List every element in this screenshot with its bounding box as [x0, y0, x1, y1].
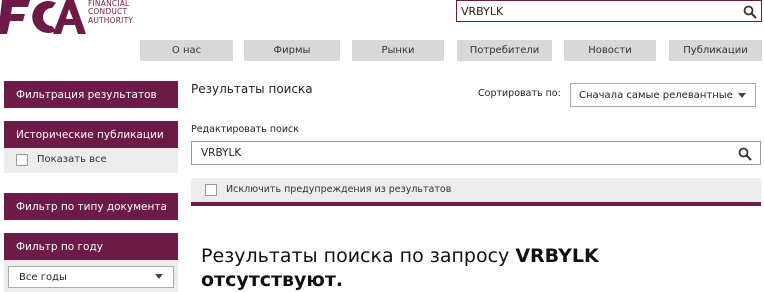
show-all-checkbox[interactable]	[16, 154, 28, 166]
page-title: Результаты поиска	[191, 82, 313, 96]
nav-news[interactable]: Новости	[564, 40, 656, 61]
year-select[interactable]: Все годы	[8, 266, 174, 288]
search-icon[interactable]	[743, 4, 757, 23]
no-results-suffix: отсутствуют.	[201, 269, 344, 291]
chevron-down-icon	[738, 93, 746, 98]
show-all-label: Показать все	[37, 154, 107, 165]
doc-type-filter-heading[interactable]: Фильтр по типу документа	[4, 193, 178, 220]
search-icon[interactable]	[738, 146, 752, 165]
chevron-down-icon	[155, 274, 163, 279]
fca-name-line-3: AUTHORITY	[88, 15, 134, 25]
edit-search-label: Редактировать поиск	[191, 124, 299, 135]
no-results-query: VRBYLK	[515, 245, 599, 267]
no-results-message: Результаты поиска по запросу VRBYLK отсу…	[201, 244, 721, 292]
sort-select-value: Сначала самые релевантные	[579, 89, 733, 101]
nav-about[interactable]: О нас	[140, 40, 233, 61]
year-select-value: Все годы	[19, 272, 67, 283]
nav-markets[interactable]: Рынки	[352, 40, 444, 61]
nav-consumers[interactable]: Потребители	[457, 40, 552, 61]
sort-select[interactable]: Сначала самые релевантные	[570, 83, 756, 107]
exclude-warnings-checkbox[interactable]	[205, 184, 217, 196]
fca-logo-mark	[0, 0, 86, 34]
nav-publications[interactable]: Публикации	[669, 40, 762, 61]
nav-firms[interactable]: Фирмы	[244, 40, 340, 61]
historical-publications-heading[interactable]: Исторические публикации	[4, 121, 178, 148]
year-filter-box: Все годы	[4, 260, 178, 292]
exclude-warnings-bar: Исключить предупреждения из результатов	[191, 178, 761, 202]
header-search	[456, 0, 762, 22]
historical-options: Показать все	[4, 148, 178, 173]
exclude-warnings-label: Исключить предупреждения из результатов	[226, 184, 452, 195]
no-results-prefix: Результаты поиска по запросу	[201, 245, 510, 267]
main-search-input[interactable]	[201, 146, 701, 160]
fca-name: FINANCIAL CONDUCT AUTHORITY	[88, 0, 133, 25]
year-filter-heading[interactable]: Фильтр по году	[4, 233, 178, 260]
divider	[191, 202, 761, 206]
sort-label: Сортировать по:	[478, 88, 561, 99]
main-search	[191, 141, 761, 165]
filter-results-heading[interactable]: Фильтрация результатов	[4, 81, 178, 108]
header-search-input[interactable]	[461, 3, 731, 19]
